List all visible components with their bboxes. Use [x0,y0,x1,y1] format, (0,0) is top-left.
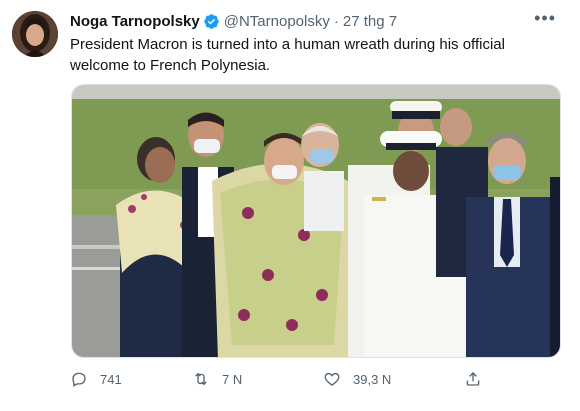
photo-image [72,85,560,357]
tweet-actions: 741 7 N 39,3 N [70,370,490,392]
like-count: 39,3 N [353,371,392,387]
like-button[interactable]: 39,3 N [323,370,391,388]
retweet-icon [195,372,207,386]
avatar-image [12,11,58,57]
share-button[interactable] [464,370,494,388]
reply-icon [72,372,86,387]
tweet-photo[interactable] [71,84,561,358]
avatar[interactable] [12,11,58,57]
separator-dot: · [333,12,339,30]
author-handle[interactable]: @NTarnopolsky [224,13,330,30]
share-icon [466,372,480,386]
tweet-card[interactable]: Noga Tarnopolsky @NTarnopolsky · 27 thg … [0,0,580,411]
reply-count: 741 [100,371,122,387]
tweet-header: Noga Tarnopolsky @NTarnopolsky · 27 thg … [70,8,560,31]
reply-button[interactable]: 741 [70,370,122,388]
verified-badge-icon [203,13,219,29]
timestamp[interactable]: 27 thg 7 [343,13,397,30]
more-horizontal-icon[interactable]: ••• [534,8,556,29]
heart-icon [324,372,340,386]
author-display-name[interactable]: Noga Tarnopolsky [70,13,200,30]
retweet-count: 7 N [222,371,243,387]
retweet-button[interactable]: 7 N [192,370,242,388]
tweet-text: President Macron is turned into a human … [70,36,505,74]
